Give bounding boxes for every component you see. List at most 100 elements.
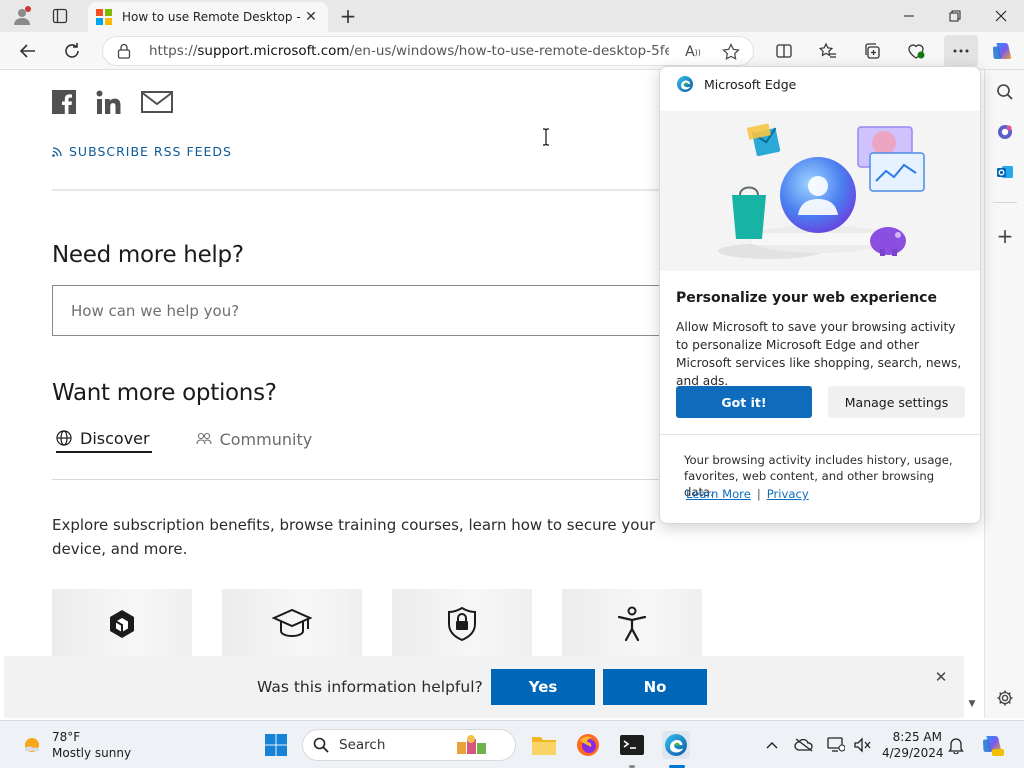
office-icon[interactable] (993, 120, 1017, 144)
browser-essentials-icon[interactable] (902, 37, 930, 65)
help-search-input[interactable]: How can we help you? (52, 285, 692, 336)
share-links (52, 90, 173, 118)
search-highlight-icon (457, 735, 487, 754)
rss-label: SUBSCRIBE RSS FEEDS (69, 144, 232, 159)
file-explorer-icon[interactable] (530, 731, 558, 759)
network-display-icon[interactable] (826, 735, 846, 755)
learn-more-link[interactable]: Learn More (686, 487, 751, 501)
graduation-cap-icon (272, 608, 312, 638)
rss-icon (52, 147, 62, 157)
divider (52, 189, 702, 191)
url-host: support.microsoft.com (197, 43, 350, 59)
microsoft365-icon (110, 610, 134, 638)
popup-links: Learn More | Privacy (686, 487, 809, 501)
personalization-illustration (660, 111, 980, 271)
facebook-icon[interactable] (52, 90, 76, 118)
edge-logo-icon (677, 76, 693, 92)
card-microsoft365[interactable] (52, 589, 192, 659)
split-screen-icon[interactable] (770, 37, 798, 65)
more-options-heading: Want more options? (52, 380, 277, 406)
read-aloud-icon[interactable]: A)) (681, 40, 705, 64)
yes-button[interactable]: Yes (491, 669, 595, 705)
popup-header: Microsoft Edge (676, 75, 796, 93)
weather-widget[interactable]: 78°F Mostly sunny (20, 729, 131, 761)
email-icon[interactable] (141, 91, 173, 117)
feedback-question: Was this information helpful? (257, 678, 483, 696)
explore-text: Explore subscription benefits, browse tr… (52, 516, 656, 558)
navigation-bar: https://support.microsoft.com/en-us/wind… (0, 32, 1024, 70)
tab-title: How to use Remote Desktop - M (122, 10, 302, 24)
new-tab-icon[interactable]: + (336, 4, 360, 28)
tab-discover[interactable]: Discover (56, 425, 152, 453)
close-window-icon[interactable] (978, 0, 1024, 32)
volume-muted-icon[interactable] (852, 735, 872, 755)
refresh-icon[interactable] (58, 37, 86, 65)
weather-text: 78°F Mostly sunny (52, 729, 131, 761)
search-icon[interactable] (993, 80, 1017, 104)
tab-actions-icon[interactable] (48, 4, 72, 28)
outlook-icon[interactable] (993, 160, 1017, 184)
title-bar: How to use Remote Desktop - M ✕ + (0, 0, 1024, 32)
sidebar-settings-gear-icon[interactable] (993, 686, 1017, 710)
clock-date: 4/29/2024 (882, 746, 944, 760)
url-text: https://support.microsoft.com/en-us/wind… (149, 43, 669, 59)
subscribe-rss-link[interactable]: SUBSCRIBE RSS FEEDS (52, 144, 232, 159)
favorite-star-icon[interactable] (719, 40, 743, 64)
manage-settings-button[interactable]: Manage settings (828, 386, 965, 418)
favorites-icon[interactable] (814, 37, 842, 65)
edge-sidebar: + (984, 70, 1024, 718)
weather-temperature: 78°F (52, 730, 81, 744)
option-cards (52, 589, 702, 659)
address-bar[interactable]: https://support.microsoft.com/en-us/wind… (102, 36, 754, 66)
accessibility-icon (617, 606, 647, 642)
no-button[interactable]: No (603, 669, 707, 705)
tab-community[interactable]: Community (196, 425, 312, 453)
privacy-link[interactable]: Privacy (767, 487, 809, 501)
popup-divider (660, 434, 980, 435)
copilot-icon[interactable] (988, 37, 1016, 65)
got-it-button[interactable]: Got it! (676, 386, 812, 418)
taskbar-search[interactable]: Search (302, 729, 516, 761)
card-training[interactable] (222, 589, 362, 659)
microsoft-logo-icon (96, 9, 112, 25)
collections-icon[interactable] (858, 37, 886, 65)
weather-description: Mostly sunny (52, 746, 132, 760)
card-security[interactable] (392, 589, 532, 659)
profile-icon[interactable] (10, 4, 34, 28)
popup-brand: Microsoft Edge (704, 76, 797, 92)
firefox-icon[interactable] (574, 731, 602, 759)
linkedin-icon[interactable] (96, 90, 121, 118)
terminal-icon[interactable] (618, 731, 646, 759)
popup-title: Personalize your web experience (676, 290, 937, 306)
url-path: /en-us/windows/how-to-use-remote-desktop… (349, 43, 669, 59)
start-windows-icon[interactable] (262, 731, 290, 759)
need-help-heading: Need more help? (52, 242, 244, 268)
onedrive-icon[interactable] (794, 735, 814, 755)
globe-icon (56, 430, 72, 446)
settings-more-icon[interactable] (944, 35, 978, 67)
restore-icon[interactable] (932, 0, 978, 32)
add-sidebar-app-icon[interactable]: + (993, 224, 1017, 248)
windows-taskbar: 78°F Mostly sunny Search 8:25 AM 4/29/20… (0, 720, 1024, 768)
options-tabs: Discover Community (56, 425, 312, 453)
back-arrow-icon[interactable] (14, 37, 42, 65)
tab-discover-label: Discover (80, 428, 150, 448)
show-hidden-icons-chevron-icon[interactable] (762, 735, 782, 755)
sidebar-divider (993, 202, 1017, 203)
divider (52, 479, 702, 480)
url-prefix: https:// (149, 43, 198, 59)
close-tab-icon[interactable]: ✕ (302, 8, 320, 26)
lock-icon[interactable] (117, 43, 133, 59)
close-feedback-icon[interactable]: ✕ (932, 668, 950, 686)
notification-bell-icon[interactable] (946, 735, 966, 755)
card-accessibility[interactable] (562, 589, 702, 659)
copilot-taskbar-icon[interactable] (980, 733, 1004, 757)
edge-taskbar-icon[interactable] (662, 731, 690, 759)
personalization-popup: Microsoft Edge Personalize your web expe… (659, 66, 981, 524)
link-separator: | (756, 487, 761, 501)
popup-body: Allow Microsoft to save your browsing ac… (676, 320, 962, 388)
scroll-down-arrow-icon[interactable]: ▼ (966, 698, 978, 710)
system-clock[interactable]: 8:25 AM 4/29/2024 (882, 729, 944, 761)
minimize-icon[interactable] (886, 0, 932, 32)
browser-tab-active[interactable]: How to use Remote Desktop - M ✕ (88, 2, 328, 32)
